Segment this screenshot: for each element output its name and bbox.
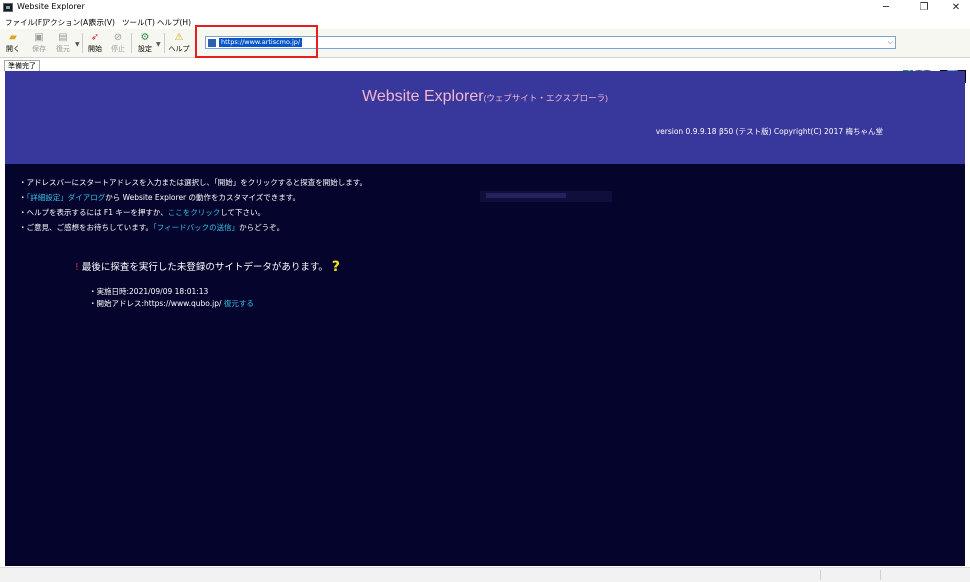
info-line: ・ヘルプを表示するには F1 キーを押すか、ここをクリックして下さい。 <box>19 208 265 217</box>
menu-bar: ファイル(F) アクション(A) 表示(V) ツール(T) ヘルプ(H) <box>0 15 970 29</box>
open-label: 開く <box>6 45 20 53</box>
address-highlight-frame <box>195 25 318 58</box>
start-page: Website Explorer(ウェブサイト・エクスプローラ) version… <box>5 71 965 566</box>
status-panel <box>880 570 969 580</box>
address-dropdown-icon[interactable]: ⌵ <box>888 37 893 48</box>
tab-status[interactable]: 準備完了 <box>4 60 40 71</box>
stop-button[interactable]: ⊘ 停止 <box>107 32 129 55</box>
start-button[interactable]: ➶ 開始 <box>84 32 106 55</box>
settings-icon: ⚙ <box>140 32 150 43</box>
stop-label: 停止 <box>111 45 125 53</box>
start-icon: ➶ <box>90 32 100 43</box>
notice-details: ・実施日時:2021/09/09 18:01:13 ・開始アドレス:https:… <box>89 284 254 311</box>
minimize-button[interactable]: ─ <box>872 0 900 15</box>
status-bar <box>0 567 970 582</box>
help-icon: ⚠ <box>174 32 184 43</box>
app-subtitle: (ウェブサイト・エクスプローラ) <box>483 93 608 103</box>
toolbar-separator <box>82 33 83 53</box>
faint-tooltip <box>480 191 612 202</box>
notice-start-address: ・開始アドレス:https://www.qubo.jp/ 復元する <box>89 299 254 308</box>
app-icon <box>3 3 13 12</box>
unsaved-data-notice: ! 最後に探査を実行した未登録のサイトデータがあります。? <box>75 259 340 275</box>
banner: Website Explorer(ウェブサイト・エクスプローラ) version… <box>5 71 965 164</box>
info-list: ・アドレスバーにスタートアドレスを入力または選択し、「開始」をクリックすると探査… <box>19 175 367 235</box>
settings-button[interactable]: ⚙ 設定 <box>134 32 156 55</box>
settings-label: 設定 <box>138 45 152 53</box>
help-link[interactable]: ここをクリック <box>168 208 221 217</box>
menu-action[interactable]: アクション(A) <box>43 17 91 28</box>
advanced-settings-link[interactable]: 「詳細設定」ダイアログ <box>27 193 106 202</box>
app-name: Website Explorer <box>362 88 484 105</box>
menu-help[interactable]: ヘルプ(H) <box>157 17 191 28</box>
help-button[interactable]: ⚠ ヘルプ <box>168 32 190 55</box>
restore-link[interactable]: 復元する <box>224 299 254 308</box>
restore-button[interactable]: ❐ <box>910 0 938 15</box>
tab-strip: 準備完了 <box>0 58 970 71</box>
toolbar-separator <box>164 33 165 53</box>
start-label: 開始 <box>88 45 102 53</box>
feedback-link[interactable]: 「フィードバックの送信」 <box>153 223 239 232</box>
folder-icon: ▰ <box>9 32 17 43</box>
save-button[interactable]: ▣ 保存 <box>28 32 50 55</box>
save-icon: ▣ <box>34 32 44 43</box>
close-button[interactable]: ✕ <box>942 0 970 15</box>
status-panel <box>820 570 881 580</box>
alert-icon: ! <box>75 262 79 273</box>
question-icon[interactable]: ? <box>332 259 340 275</box>
restore-label: 復元 <box>56 45 70 53</box>
restore-icon: ▤ <box>58 32 68 43</box>
toolbar-separator <box>131 33 132 53</box>
info-line: ・アドレスバーにスタートアドレスを入力または選択し、「開始」をクリックすると探査… <box>19 178 367 187</box>
settings-dropdown-icon[interactable]: ▼ <box>156 41 161 48</box>
window-title: Website Explorer <box>17 2 85 11</box>
restore-dropdown-icon[interactable]: ▼ <box>75 41 80 48</box>
info-line: ・「詳細設定」ダイアログから Website Explorer の動作をカスタマ… <box>19 193 301 202</box>
title-bar: Website Explorer ─ ❐ ✕ <box>0 0 970 15</box>
info-line: ・ご意見、ご感想をお待ちしています。「フィードバックの送信」からどうぞ。 <box>19 223 285 232</box>
notice-text: 最後に探査を実行した未登録のサイトデータがあります。 <box>81 262 328 273</box>
menu-tools[interactable]: ツール(T) <box>122 17 155 28</box>
version-text: version 0.9.9.18 β50 (テスト版) Copyright(C)… <box>655 127 883 136</box>
menu-file[interactable]: ファイル(F) <box>5 17 45 28</box>
restore-data-button[interactable]: ▤ 復元 <box>52 32 74 55</box>
stop-icon: ⊘ <box>113 32 123 43</box>
help-label: ヘルプ <box>168 45 190 53</box>
save-label: 保存 <box>32 45 46 53</box>
menu-view[interactable]: 表示(V) <box>89 17 115 28</box>
banner-title: Website Explorer(ウェブサイト・エクスプローラ) <box>5 88 965 106</box>
open-button[interactable]: ▰ 開く <box>2 32 24 55</box>
